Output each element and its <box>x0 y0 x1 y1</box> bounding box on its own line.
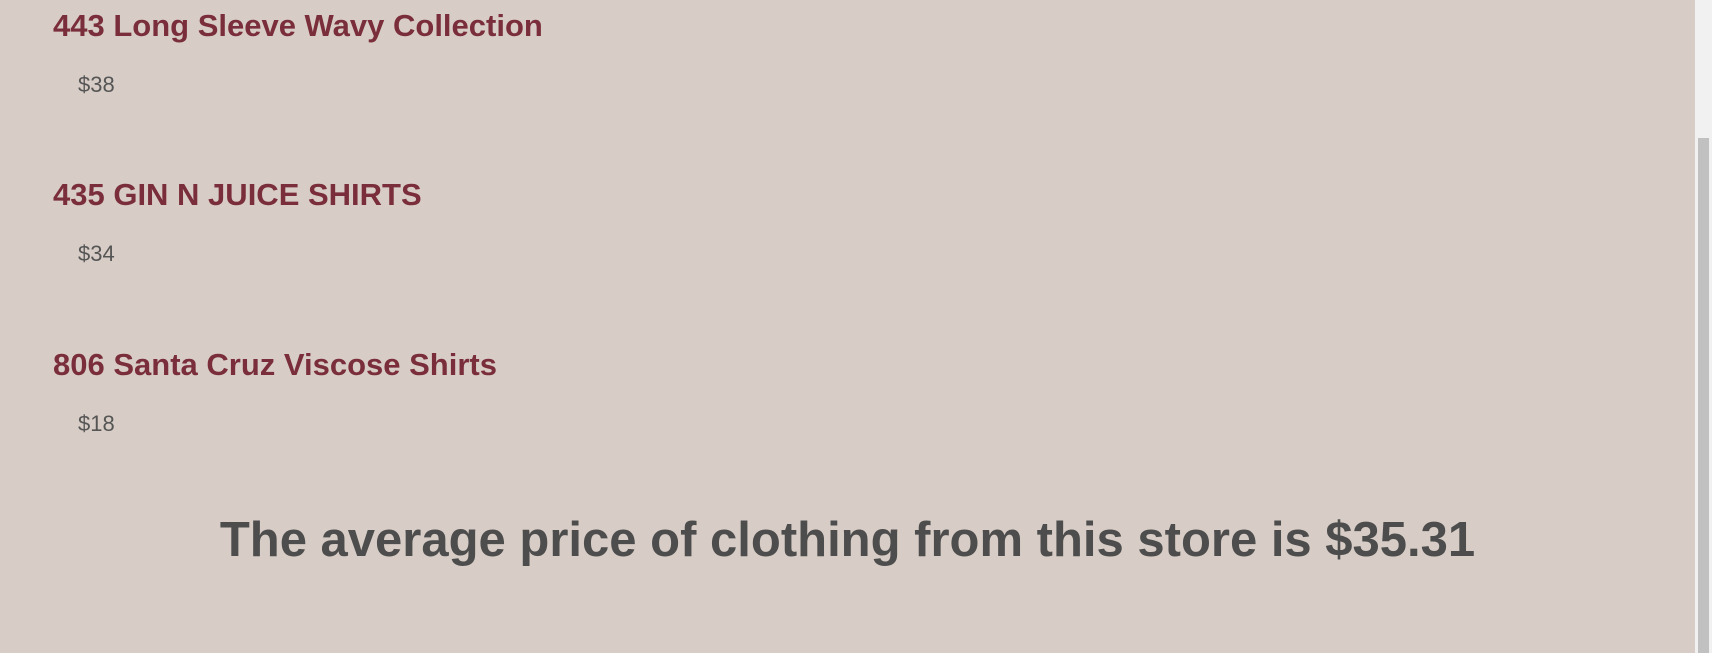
scrollbar-thumb[interactable] <box>1698 138 1709 653</box>
product-item: 806 Santa Cruz Viscose Shirts $18 <box>53 347 1453 435</box>
product-item: 435 GIN N JUICE SHIRTS $34 <box>53 177 1453 265</box>
product-price: $18 <box>78 411 115 436</box>
product-title: 435 GIN N JUICE SHIRTS <box>53 177 422 212</box>
product-title: 443 Long Sleeve Wavy Collection <box>53 8 543 43</box>
product-price: $38 <box>78 72 115 97</box>
vertical-scrollbar[interactable] <box>1695 0 1712 653</box>
product-price: $34 <box>78 241 115 266</box>
average-price-summary: The average price of clothing from this … <box>219 513 1476 567</box>
product-item: 443 Long Sleeve Wavy Collection $38 <box>53 8 1453 96</box>
product-title: 806 Santa Cruz Viscose Shirts <box>53 347 497 382</box>
product-list-page: 443 Long Sleeve Wavy Collection $38 435 … <box>0 0 1695 653</box>
